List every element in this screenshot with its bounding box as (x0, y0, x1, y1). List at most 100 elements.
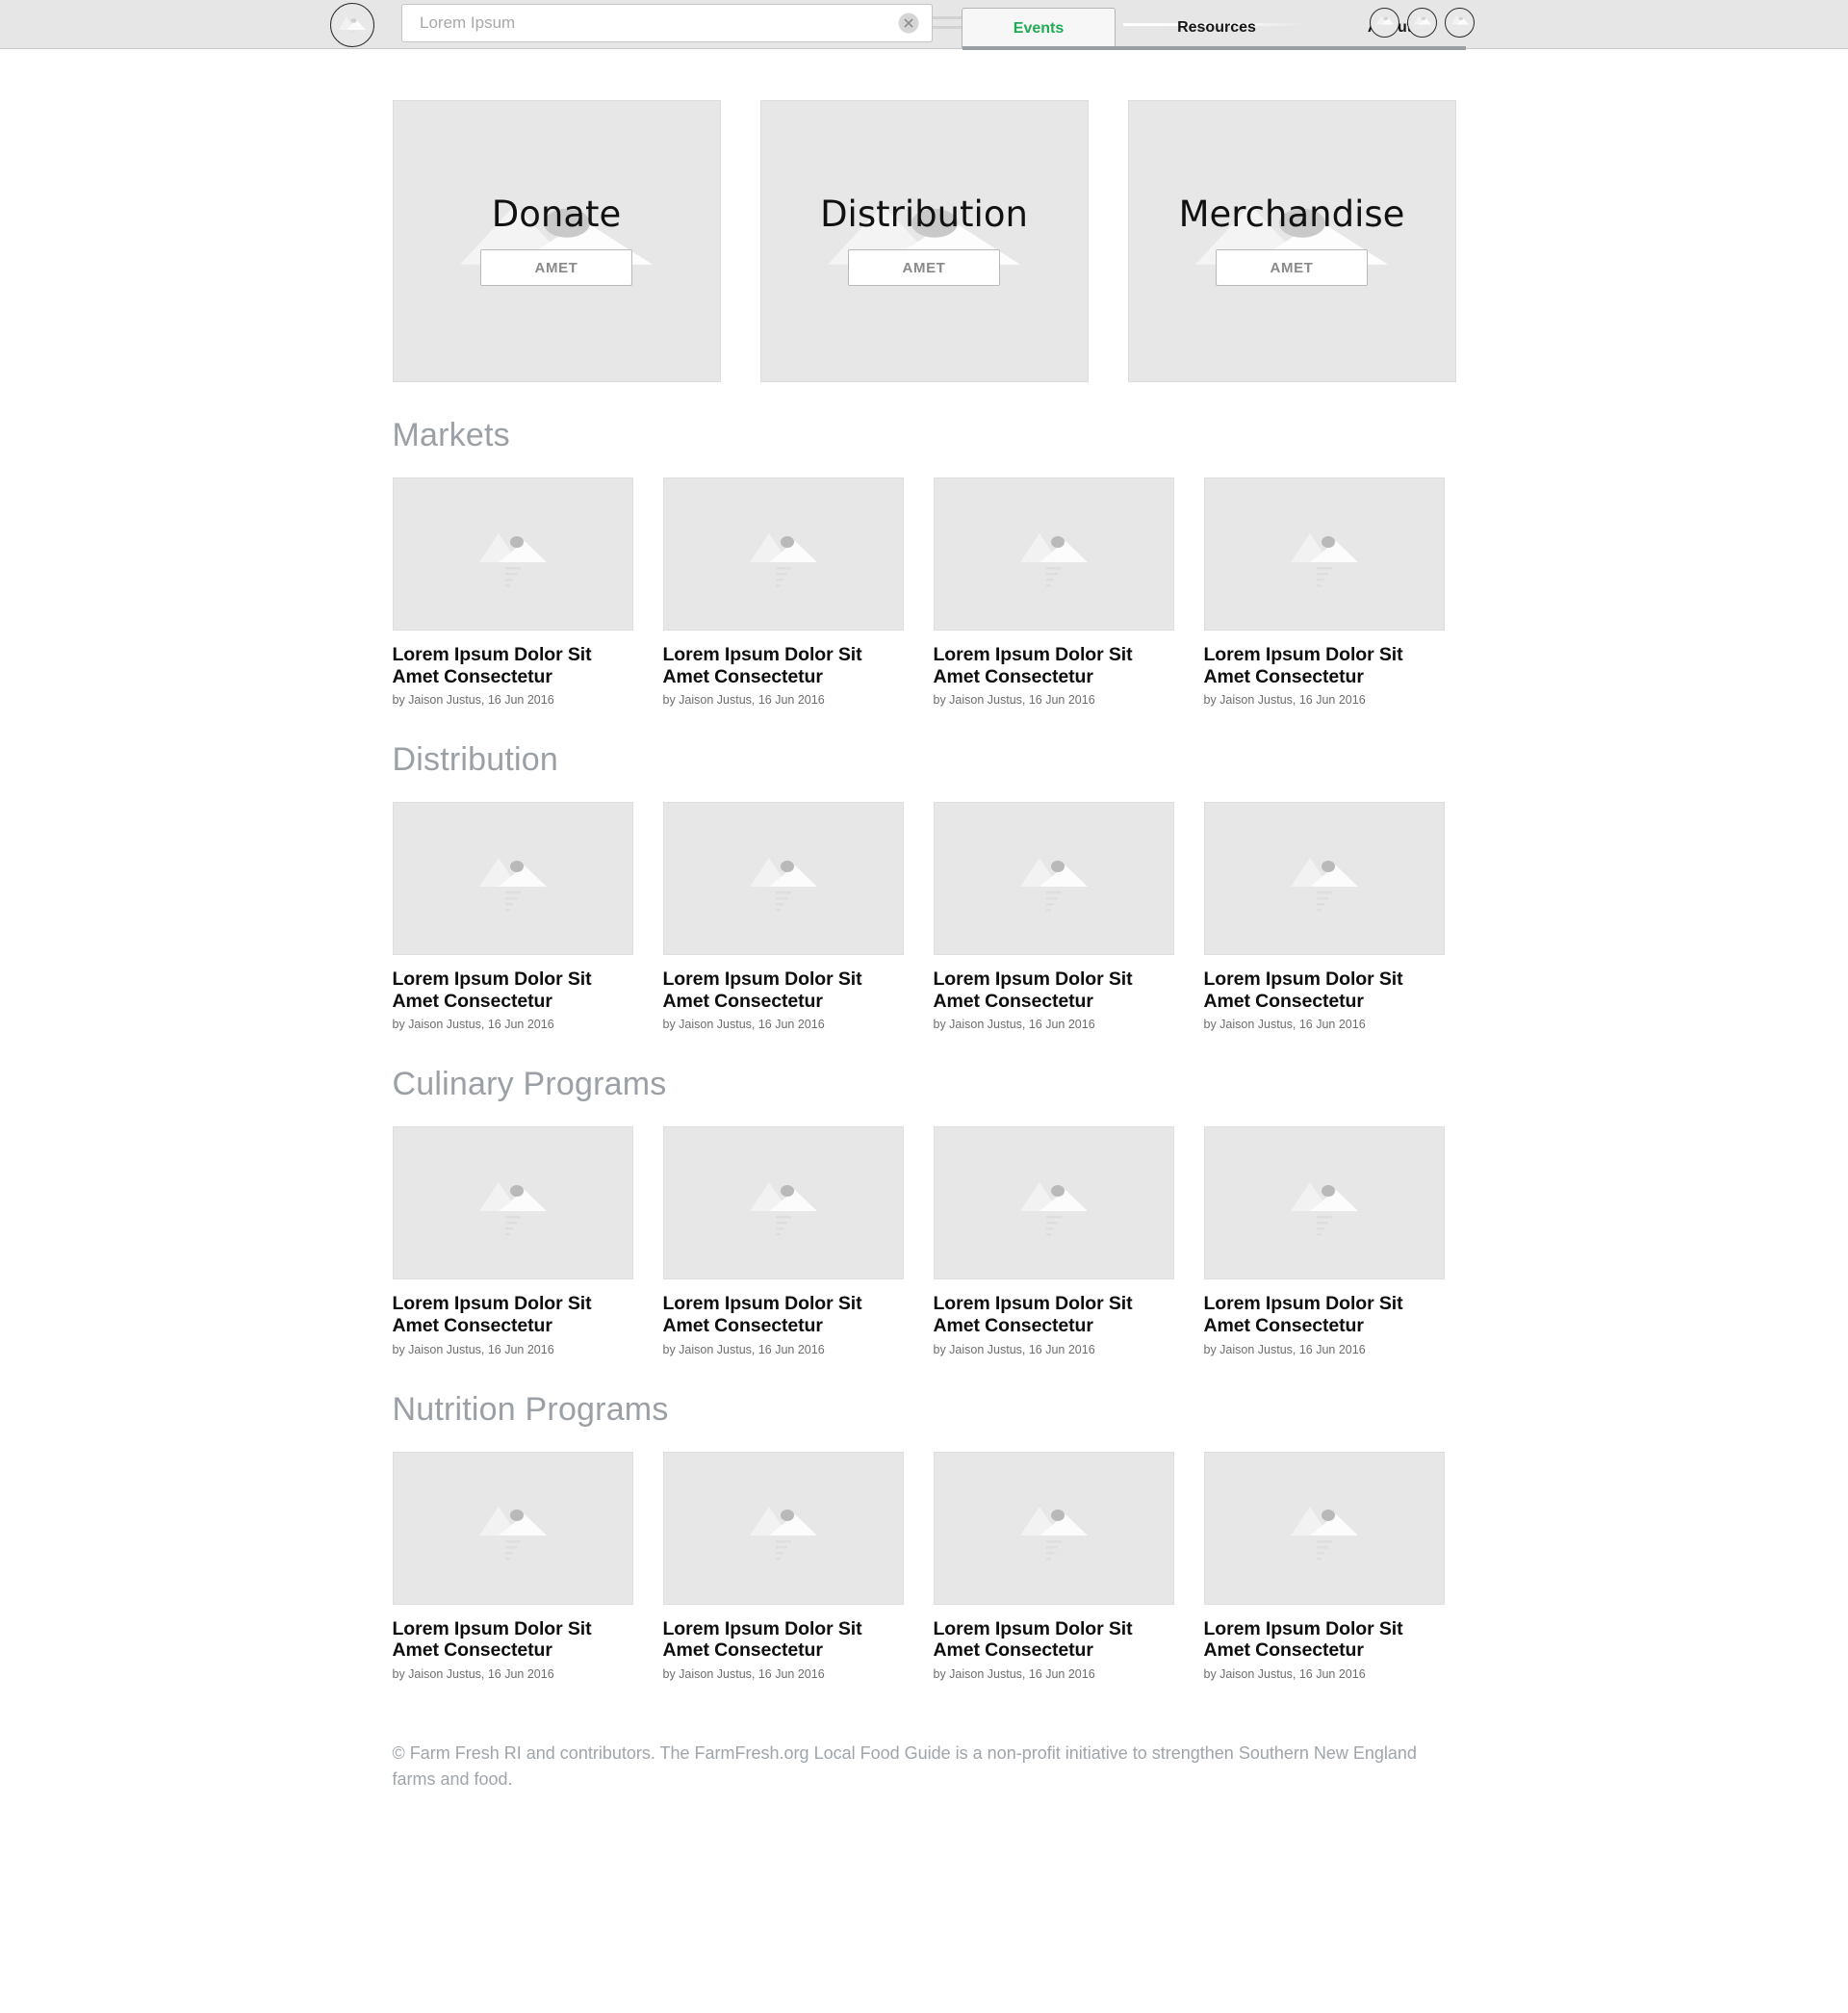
card-thumbnail[interactable] (1203, 477, 1445, 631)
header-action-button-3[interactable] (1445, 8, 1475, 38)
list-item[interactable]: Lorem Ipsum Dolor Sit Amet Consectetur b… (392, 802, 633, 1032)
image-placeholder-icon (742, 1493, 825, 1562)
list-item[interactable]: Lorem Ipsum Dolor Sit Amet Consectetur b… (392, 477, 633, 708)
section-heading: Markets (392, 417, 510, 453)
hero-card-title: Donate (491, 194, 622, 235)
image-placeholder-icon (472, 1169, 554, 1238)
card-title: Lorem Ipsum Dolor Sit Amet Consectetur (662, 644, 862, 687)
image-placeholder-icon (1013, 1493, 1095, 1562)
tab-events[interactable]: Events (962, 8, 1116, 48)
tab-resources[interactable]: Resources (1130, 8, 1303, 48)
list-item[interactable]: Lorem Ipsum Dolor Sit Amet Consectetur b… (662, 1126, 904, 1356)
card-title: Lorem Ipsum Dolor Sit Amet Consectetur (1203, 1293, 1403, 1337)
search-input[interactable] (402, 5, 932, 41)
card-title: Lorem Ipsum Dolor Sit Amet Consectetur (1203, 644, 1403, 687)
search-box[interactable] (401, 4, 933, 42)
card-thumbnail[interactable] (1203, 802, 1445, 956)
image-placeholder-icon (472, 844, 554, 914)
clear-search-icon[interactable] (897, 12, 920, 35)
card-byline: by Jaison Justus, 16 Jun 2016 (1203, 1018, 1366, 1032)
card-title: Lorem Ipsum Dolor Sit Amet Consectetur (1203, 968, 1403, 1012)
card-thumbnail[interactable] (392, 1451, 633, 1605)
list-item[interactable]: Lorem Ipsum Dolor Sit Amet Consectetur b… (933, 477, 1174, 708)
card-byline: by Jaison Justus, 16 Jun 2016 (933, 1342, 1095, 1356)
image-placeholder-icon (1283, 844, 1366, 914)
card-byline: by Jaison Justus, 16 Jun 2016 (392, 693, 554, 708)
card-byline: by Jaison Justus, 16 Jun 2016 (662, 693, 825, 708)
card-thumbnail[interactable] (662, 1451, 904, 1605)
image-placeholder-icon (1283, 1169, 1366, 1238)
hero-card-row: Donate AMET Distribution AMET Merchandis… (392, 100, 1456, 382)
card-title: Lorem Ipsum Dolor Sit Amet Consectetur (933, 968, 1133, 1012)
list-item[interactable]: Lorem Ipsum Dolor Sit Amet Consectetur b… (1203, 477, 1445, 708)
image-placeholder-icon (1375, 13, 1395, 32)
card-thumbnail[interactable] (662, 1126, 904, 1280)
list-item[interactable]: Lorem Ipsum Dolor Sit Amet Consectetur b… (392, 1451, 633, 1681)
card-title: Lorem Ipsum Dolor Sit Amet Consectetur (392, 644, 592, 687)
section-markets: Markets Lorem Ipsum Dolor Sit Amet Conse… (392, 417, 1456, 708)
section-heading: Culinary Programs (392, 1066, 667, 1103)
list-item[interactable]: Lorem Ipsum Dolor Sit Amet Consectetur b… (933, 802, 1174, 1031)
list-item[interactable]: Lorem Ipsum Dolor Sit Amet Consectetur b… (392, 1126, 633, 1356)
top-header-bar: Events Resources About (0, 0, 1848, 50)
list-item[interactable]: Lorem Ipsum Dolor Sit Amet Consectetur b… (1203, 1126, 1445, 1356)
image-placeholder-icon (1283, 520, 1366, 589)
card-thumbnail[interactable] (662, 802, 904, 956)
card-thumbnail[interactable] (933, 477, 1174, 631)
card-byline: by Jaison Justus, 16 Jun 2016 (662, 1018, 825, 1032)
list-item[interactable]: Lorem Ipsum Dolor Sit Amet Consectetur b… (1203, 1451, 1445, 1681)
card-thumbnail[interactable] (933, 1451, 1174, 1605)
image-placeholder-icon (742, 1169, 825, 1238)
card-byline: by Jaison Justus, 16 Jun 2016 (662, 1342, 825, 1356)
image-placeholder-icon (472, 520, 554, 589)
hero-card-merchandise[interactable]: Merchandise AMET (1127, 100, 1456, 382)
card-thumbnail[interactable] (1203, 1451, 1445, 1605)
card-thumbnail[interactable] (933, 1126, 1174, 1280)
card-title: Lorem Ipsum Dolor Sit Amet Consectetur (392, 1293, 592, 1337)
card-thumbnail[interactable] (662, 477, 904, 631)
card-title: Lorem Ipsum Dolor Sit Amet Consectetur (933, 1617, 1133, 1662)
image-placeholder-icon (742, 844, 825, 914)
list-item[interactable]: Lorem Ipsum Dolor Sit Amet Consectetur b… (933, 1451, 1174, 1681)
header-action-button-1[interactable] (1370, 8, 1399, 38)
list-item[interactable]: Lorem Ipsum Dolor Sit Amet Consectetur b… (662, 477, 904, 708)
hero-card-distribution[interactable]: Distribution AMET (759, 100, 1089, 382)
image-placeholder-icon (1413, 13, 1432, 32)
image-placeholder-icon (1013, 1169, 1095, 1238)
card-title: Lorem Ipsum Dolor Sit Amet Consectetur (933, 1293, 1133, 1337)
logo-button[interactable] (330, 3, 374, 47)
list-item[interactable]: Lorem Ipsum Dolor Sit Amet Consectetur b… (1203, 802, 1445, 1032)
card-thumbnail[interactable] (933, 802, 1174, 956)
list-item[interactable]: Lorem Ipsum Dolor Sit Amet Consectetur b… (662, 1451, 904, 1681)
image-placeholder-icon (1450, 13, 1470, 32)
card-byline: by Jaison Justus, 16 Jun 2016 (933, 1666, 1095, 1681)
card-title: Lorem Ipsum Dolor Sit Amet Consectetur (392, 1617, 592, 1662)
tab-events-label: Events (1013, 19, 1065, 37)
page-content: Donate AMET Distribution AMET Merchandis… (392, 49, 1456, 1681)
card-title: Lorem Ipsum Dolor Sit Amet Consectetur (392, 968, 592, 1012)
footer-copyright-text: © Farm Fresh RI and contributors. The Fa… (392, 1742, 1417, 1789)
hero-cta-button[interactable]: AMET (1216, 249, 1368, 286)
section-heading: Nutrition Programs (392, 1390, 669, 1428)
card-thumbnail[interactable] (392, 477, 633, 631)
list-item[interactable]: Lorem Ipsum Dolor Sit Amet Consectetur b… (662, 802, 904, 1032)
card-byline: by Jaison Justus, 16 Jun 2016 (392, 1342, 554, 1356)
card-thumbnail[interactable] (392, 1126, 633, 1280)
card-byline: by Jaison Justus, 16 Jun 2016 (1203, 1342, 1366, 1356)
card-grid: Lorem Ipsum Dolor Sit Amet Consectetur b… (392, 1451, 1456, 1681)
card-byline: by Jaison Justus, 16 Jun 2016 (933, 693, 1095, 708)
card-byline: by Jaison Justus, 16 Jun 2016 (1203, 693, 1366, 708)
card-grid: Lorem Ipsum Dolor Sit Amet Consectetur b… (392, 477, 1456, 708)
card-thumbnail[interactable] (1203, 1126, 1445, 1280)
hero-cta-button[interactable]: AMET (848, 249, 1000, 286)
header-action-button-2[interactable] (1407, 8, 1437, 38)
hero-cta-button[interactable]: AMET (480, 249, 632, 286)
section-heading: Distribution (392, 741, 558, 779)
hero-card-donate[interactable]: Donate AMET (392, 100, 721, 382)
image-placeholder-icon (1283, 1493, 1366, 1562)
list-item[interactable]: Lorem Ipsum Dolor Sit Amet Consectetur b… (933, 1126, 1174, 1356)
nav-baseline-rule (962, 46, 1466, 50)
card-byline: by Jaison Justus, 16 Jun 2016 (392, 1018, 554, 1032)
card-thumbnail[interactable] (392, 802, 633, 956)
tab-resources-label: Resources (1177, 19, 1256, 36)
